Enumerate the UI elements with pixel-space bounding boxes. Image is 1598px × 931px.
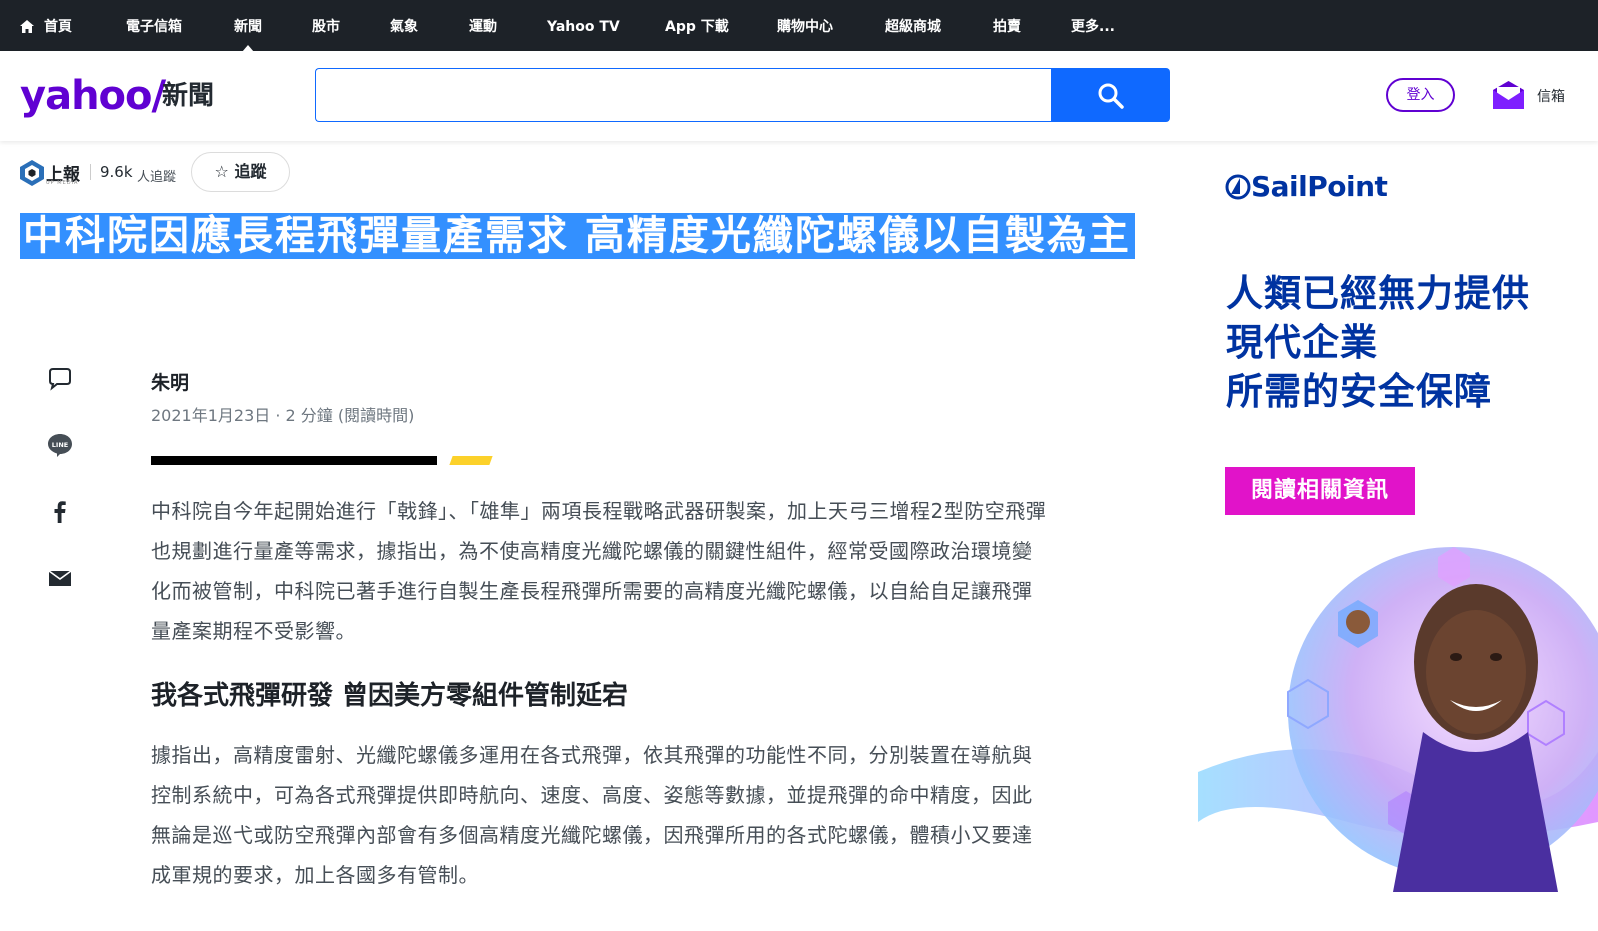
nav-shopping[interactable]: 購物中心 (777, 0, 833, 51)
yahoo-logo[interactable]: yahoo/ (20, 74, 166, 118)
section-title[interactable]: 新聞 (162, 81, 214, 111)
ad-illustration (1198, 547, 1598, 892)
nav-app-download[interactable]: App 下載 (665, 0, 729, 51)
nav-auction[interactable]: 拍賣 (993, 0, 1021, 51)
search-button[interactable] (1051, 68, 1170, 122)
mail-icon[interactable] (1493, 81, 1524, 109)
line-icon[interactable]: LINE (46, 431, 74, 459)
ad-headline-line: 現代企業 (1226, 321, 1378, 364)
nav-news-label: 新聞 (234, 19, 262, 35)
top-navigation: 首頁 電子信箱 新聞 股市 氣象 運動 Yahoo TV App 下載 購物中心… (0, 0, 1598, 52)
article-subheading: 我各式飛彈研發 曾因美方零組件管制延宕 (151, 681, 629, 711)
ad-headline-line: 人類已經無力提供 (1226, 272, 1530, 315)
svg-text:LINE: LINE (52, 441, 68, 449)
divider-bar (151, 456, 437, 465)
author-name: 朱明 (151, 372, 190, 394)
nav-yahoo-tv[interactable]: Yahoo TV (547, 0, 620, 51)
facebook-icon[interactable] (46, 498, 74, 526)
follow-button[interactable]: ☆ 追蹤 (191, 152, 290, 192)
sailpoint-ad[interactable]: SailPoint 人類已經無力提供 現代企業 所需的安全保障 閱讀相關資訊 (1198, 152, 1598, 892)
article-byline: 2021年1月23日 · 2 分鐘 (閱讀時間) (151, 406, 415, 425)
login-button[interactable]: 登入 (1386, 78, 1455, 112)
follower-label: 人追蹤 (137, 170, 177, 185)
divider (90, 164, 91, 180)
home-icon (20, 20, 34, 33)
article-headline: 中科院因應長程飛彈量產需求 高精度光纖陀螺儀以自製為主 (20, 207, 1144, 266)
nav-mail[interactable]: 電子信箱 (126, 0, 182, 51)
ad-brand: SailPoint (1225, 170, 1388, 203)
follower-count: 9.6k (100, 163, 133, 181)
nav-stocks[interactable]: 股市 (312, 0, 340, 51)
search-input[interactable] (315, 68, 1052, 122)
sailpoint-logo-icon (1225, 174, 1251, 200)
publisher-logo-icon[interactable] (20, 160, 44, 186)
nav-news[interactable]: 新聞 (234, 0, 262, 52)
email-share-icon[interactable] (46, 564, 74, 592)
article-paragraph: 據指出，高精度雷射、光纖陀螺儀多運用在各式飛彈，依其飛彈的功能性不同，分別裝置在… (151, 743, 1033, 887)
nav-home[interactable]: 首頁 (20, 0, 72, 51)
nav-mall[interactable]: 超級商城 (885, 0, 941, 51)
search-icon (1098, 83, 1124, 109)
ad-headline: 人類已經無力提供 現代企業 所需的安全保障 (1226, 269, 1596, 416)
mail-label[interactable]: 信箱 (1537, 86, 1565, 106)
headline-text: 中科院因應長程飛彈量產需求 高精度光纖陀螺儀以自製為主 (20, 213, 1135, 259)
ad-cta-button[interactable]: 閱讀相關資訊 (1225, 467, 1415, 515)
ad-headline-line: 所需的安全保障 (1226, 370, 1492, 413)
nav-more[interactable]: 更多... (1071, 0, 1115, 51)
nav-home-label: 首頁 (44, 19, 72, 35)
publisher-subtitle: UP MEDIA (46, 180, 79, 186)
comment-icon[interactable] (46, 366, 74, 394)
nav-sports[interactable]: 運動 (469, 0, 497, 51)
article-paragraph: 中科院自今年起開始進行「戟鋒」、「雄隼」兩項長程戰略武器研製案，加上天弓三增程2… (151, 499, 1047, 643)
divider-accent (449, 456, 493, 465)
nav-weather[interactable]: 氣象 (390, 0, 418, 51)
ad-brand-name: SailPoint (1251, 170, 1388, 203)
site-header: yahoo/ 新聞 登入 信箱 (0, 51, 1598, 141)
